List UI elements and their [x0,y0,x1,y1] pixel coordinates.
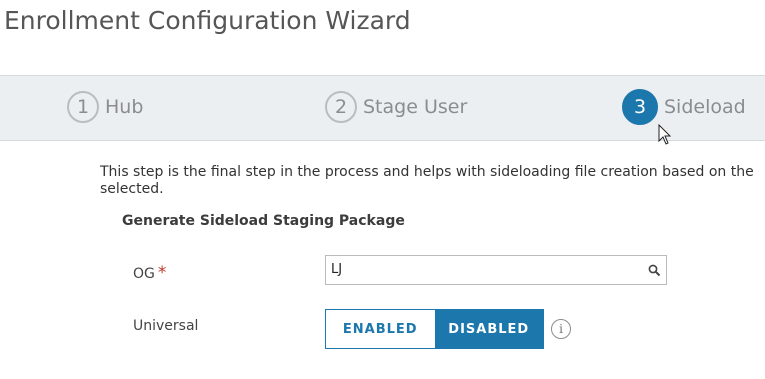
step-number: 3 [622,89,658,125]
required-marker: * [157,263,167,283]
og-search-input[interactable]: LJ [325,255,667,285]
og-label: OG * [133,263,166,283]
enabled-option[interactable]: ENABLED [326,310,435,348]
step-number: 1 [67,91,99,123]
mouse-cursor-icon [658,124,672,145]
step-label: Hub [105,96,144,118]
step-label: Stage User [363,96,468,118]
info-icon[interactable]: i [551,319,571,339]
universal-toggle[interactable]: ENABLED DISABLED [325,309,544,349]
og-label-text: OG [133,266,155,282]
disabled-option[interactable]: DISABLED [434,310,543,348]
step-label: Sideload [664,96,746,118]
universal-label: Universal [133,318,199,334]
search-icon[interactable] [648,264,661,277]
step-number: 2 [325,91,357,123]
section-title: Generate Sideload Staging Package [122,213,405,229]
og-input-value: LJ [331,262,343,277]
step-hub[interactable]: 1 Hub [67,89,143,125]
wizard-stepbar: 1 Hub 2 Stage User 3 Sideload [0,75,765,141]
page-title: Enrollment Configuration Wizard [4,6,411,35]
step-sideload[interactable]: 3 Sideload [622,89,746,125]
step-stage-user[interactable]: 2 Stage User [325,89,467,125]
step-description: This step is the final step in the proce… [100,164,754,197]
